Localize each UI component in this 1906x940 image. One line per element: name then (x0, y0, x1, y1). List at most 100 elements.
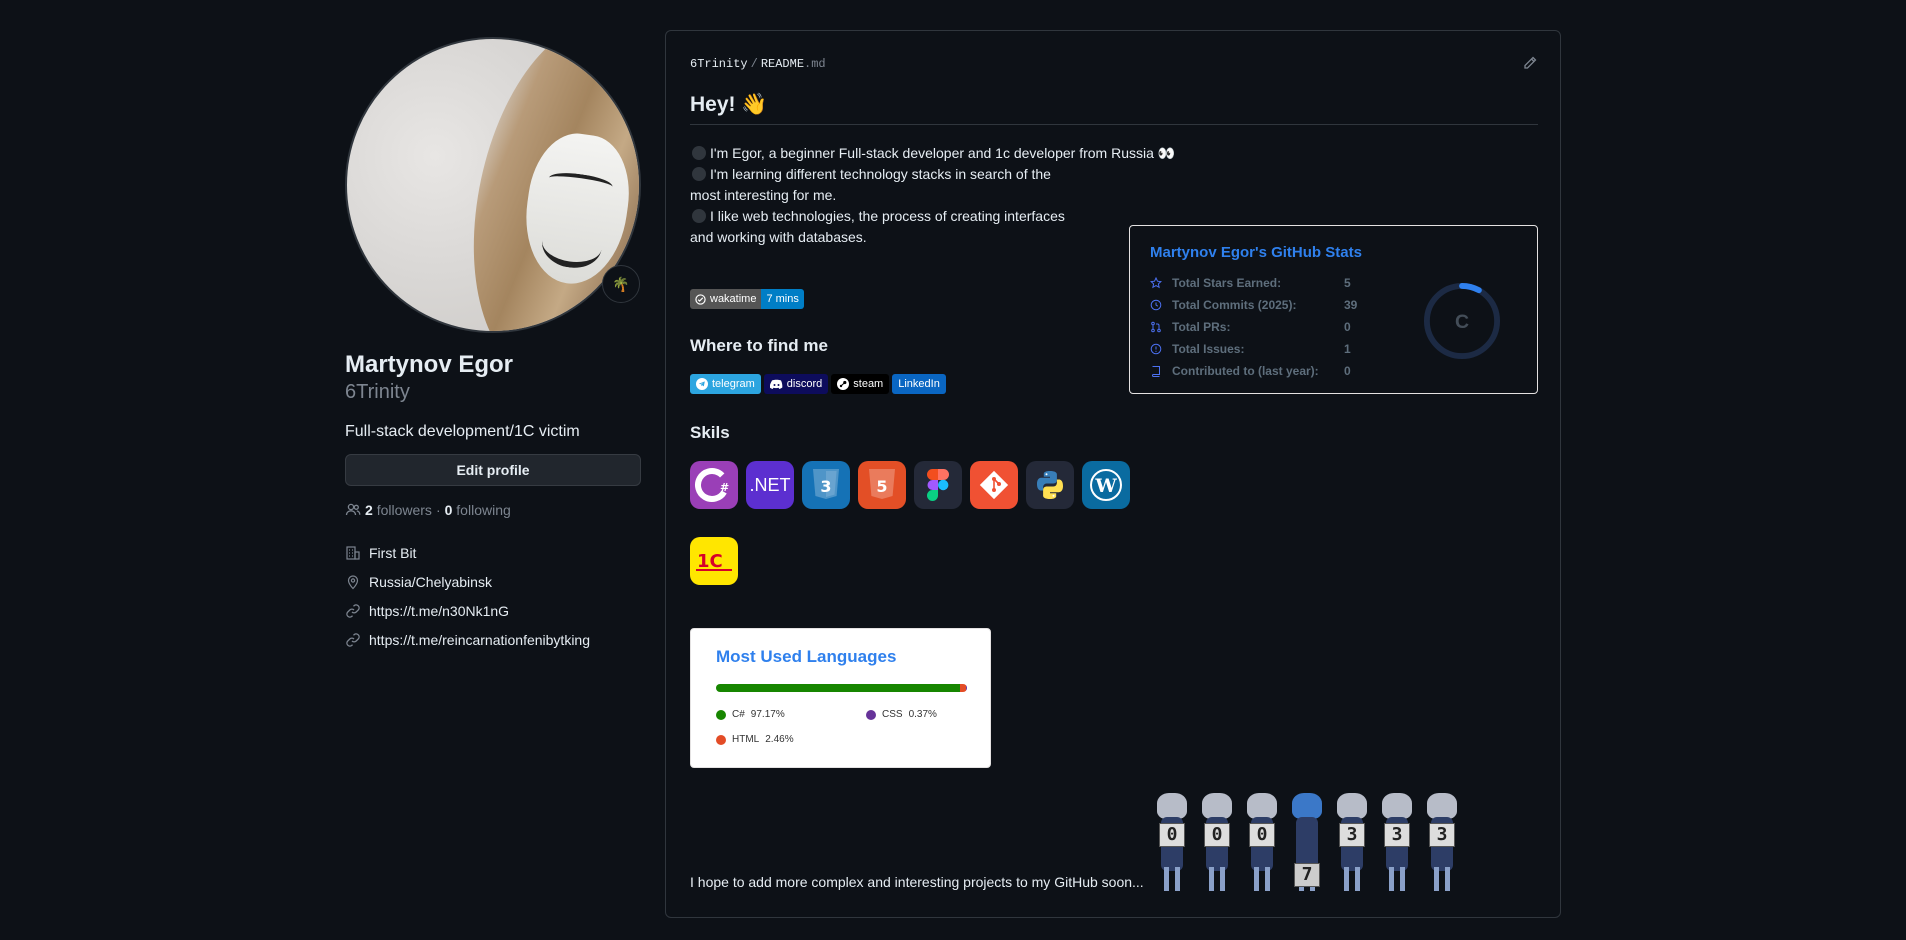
follow-stats: 2 followers · 0 following (345, 502, 641, 518)
issue-icon (1150, 343, 1164, 355)
counter-digit: 0 (1241, 793, 1284, 891)
vcard-details: First Bit Russia/Chelyabinsk https://t.m… (345, 538, 641, 654)
svg-text:5: 5 (876, 477, 887, 496)
counter-digit-card: 0 (1159, 823, 1185, 847)
location-icon (345, 574, 361, 590)
pencil-icon[interactable] (1522, 55, 1538, 71)
css3-icon: 3 (802, 461, 850, 509)
profile-link-2[interactable]: https://t.me/reincarnationfenibytking (369, 632, 590, 648)
following-link[interactable]: 0 following (445, 502, 511, 518)
repo-icon (1150, 365, 1164, 377)
language-bar-segment (716, 684, 960, 692)
heading-divider (690, 124, 1538, 125)
counter-digit: 7 (1286, 793, 1329, 891)
git-icon (970, 461, 1018, 509)
language-item-html: HTML 2.46% (716, 734, 794, 745)
readme-file-ext: .md (804, 57, 826, 71)
followers-link[interactable]: 2 followers (365, 502, 432, 518)
languages-bar (716, 684, 967, 692)
wakatime-badge[interactable]: wakatime 7 mins (690, 289, 804, 309)
counter-digit: 3 (1376, 793, 1419, 891)
intro-line-5: and working with databases. (690, 229, 867, 245)
stat-row-issues: Total Issues: 1 (1150, 338, 1357, 360)
vcard-link-2: https://t.me/reincarnationfenibytking (345, 625, 641, 654)
counter-digit-card: 7 (1294, 863, 1320, 887)
counter-digit-card: 3 (1339, 823, 1365, 847)
vcard-company: First Bit (345, 538, 641, 567)
linkedin-badge[interactable]: LinkedIn (892, 374, 946, 394)
bullet-icon (692, 209, 706, 223)
counter-digit: 0 (1151, 793, 1194, 891)
star-icon (1150, 277, 1164, 289)
edit-profile-button[interactable]: Edit profile (345, 454, 641, 486)
vcard-location: Russia/Chelyabinsk (345, 567, 641, 596)
language-item-csharp: C# 97.17% (716, 709, 785, 720)
skills-grid: # .NET 3 5 W 1C (690, 461, 1150, 585)
stat-row-commits: Total Commits (2025): 39 (1150, 294, 1357, 316)
telegram-icon (696, 378, 708, 390)
readme-owner-link[interactable]: 6Trinity (690, 57, 748, 71)
readme-intro: I'm Egor, a beginner Full-stack develope… (690, 143, 1175, 248)
location-text: Russia/Chelyabinsk (369, 573, 492, 590)
visitor-counter: 0007333 (1151, 793, 1464, 891)
languages-title: Most Used Languages (716, 647, 897, 666)
wordpress-icon: W (1082, 461, 1130, 509)
language-color-dot (716, 709, 726, 720)
avatar[interactable] (345, 37, 641, 333)
stat-row-contributed: Contributed to (last year): 0 (1150, 360, 1357, 382)
html5-icon: 5 (858, 461, 906, 509)
counter-digit-card: 0 (1204, 823, 1230, 847)
link-icon (345, 603, 361, 619)
counter-digit-card: 3 (1429, 823, 1455, 847)
discord-badge[interactable]: discord (763, 374, 829, 394)
readme-outro: I hope to add more complex and interesti… (690, 874, 1144, 890)
profile-login: 6Trinity (345, 381, 410, 403)
languages-card: Most Used Languages C# 97.17% CSS 0.37% … (690, 628, 991, 768)
status-emoji[interactable]: 🌴 (602, 265, 640, 303)
social-badges: telegram discord steam LinkedIn (690, 374, 946, 394)
readme-panel: 6Trinity / README.md Hey! 👋 I'm Egor, a be… (665, 30, 1561, 918)
organization-icon (345, 545, 361, 561)
svg-text:#: # (720, 481, 729, 494)
counter-digit: 3 (1421, 793, 1464, 891)
counter-digit: 0 (1196, 793, 1239, 891)
follow-separator: · (435, 502, 441, 518)
intro-line-3: most interesting for me. (690, 187, 837, 203)
1c-icon: 1C (690, 537, 738, 585)
language-item-css: CSS 0.37% (866, 709, 937, 720)
counter-digit-card: 3 (1384, 823, 1410, 847)
profile-link-1[interactable]: https://t.me/n30Nk1nG (369, 603, 509, 619)
language-color-dot (716, 734, 726, 745)
rank-ring: C (1423, 282, 1501, 360)
wakatime-icon (695, 293, 706, 305)
intro-line-1: I'm Egor, a beginner Full-stack develope… (690, 143, 1175, 164)
readme-path: 6Trinity / README.md (690, 57, 826, 71)
intro-line-2: I'm learning different technology stacks… (690, 164, 1175, 185)
github-stats-card: Martynov Egor's GitHub Stats Total Stars… (1129, 225, 1538, 394)
vcard-link-1: https://t.me/n30Nk1nG (345, 596, 641, 625)
wakatime-value: 7 mins (761, 289, 804, 309)
company-text: First Bit (369, 544, 417, 561)
profile-name: Martynov Egor (345, 351, 514, 378)
stats-list: Total Stars Earned: 5 Total Commits (2025… (1150, 272, 1357, 382)
csharp-icon: # (690, 461, 738, 509)
stats-title: Martynov Egor's GitHub Stats (1150, 244, 1362, 261)
counter-digit: 3 (1331, 793, 1374, 891)
svg-text:1C: 1C (697, 551, 723, 572)
wakatime-label: wakatime (690, 289, 762, 309)
pull-request-icon (1150, 321, 1164, 333)
discord-icon (769, 379, 783, 389)
stat-row-stars: Total Stars Earned: 5 (1150, 272, 1357, 294)
counter-digit-card: 0 (1249, 823, 1275, 847)
profile-sidebar: 🌴 Martynov Egor 6Trinity Full-stack deve… (345, 37, 641, 654)
svg-text:W: W (1094, 475, 1117, 497)
steam-icon (837, 378, 850, 390)
people-icon (345, 502, 361, 518)
dotnet-icon: .NET (746, 461, 794, 509)
language-color-dot (866, 709, 876, 720)
steam-badge[interactable]: steam (831, 374, 890, 394)
telegram-badge[interactable]: telegram (690, 374, 761, 394)
intro-line-4: I like web technologies, the process of … (690, 206, 1175, 227)
avatar-container: 🌴 (345, 37, 641, 333)
figma-icon (914, 461, 962, 509)
